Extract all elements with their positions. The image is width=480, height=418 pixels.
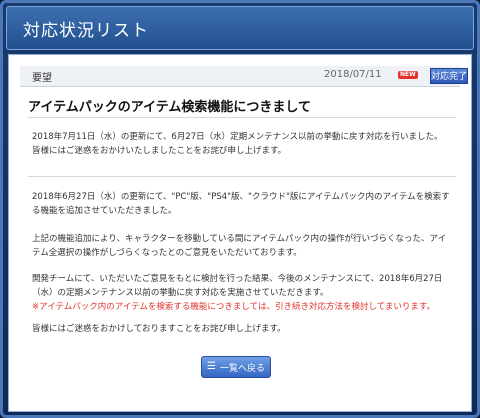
status-badge: 対応完了 — [430, 68, 468, 84]
paragraph-feedback: 上記の機能追加により、キャラクターを移動している間にアイテムパック内の操作が行い… — [32, 234, 447, 258]
divider — [28, 117, 456, 118]
back-to-list-button[interactable]: ☰ 一覧へ戻る — [201, 356, 271, 378]
new-badge: NEW — [398, 71, 418, 79]
item-meta-bar: 要望 2018/07/11 NEW 対応完了 — [20, 66, 468, 87]
divider — [28, 176, 456, 177]
article-heading: アイテムパックのアイテム検索機能につきまして — [28, 100, 312, 115]
back-to-list-label: 一覧へ戻る — [219, 363, 265, 374]
category-label: 要望 — [32, 73, 52, 84]
paragraph-update: 2018年7月11日（水）の更新にて、6月27日（水）定期メンテナンス以前の挙動… — [32, 130, 452, 158]
date-label: 2018/07/11 — [324, 69, 382, 80]
paragraph-update-line2: 皆様にはご迷惑をおかけいたしましたことをお詫び申し上げます。 — [32, 146, 287, 156]
page-title: 対応状況リスト — [23, 21, 149, 41]
notice-text: ※アイテムパック内のアイテムを検索する機能につきましては、引き続き対応方法を検討… — [32, 302, 435, 312]
title-bar: 対応状況リスト — [6, 6, 474, 50]
paragraph-apology: 皆様にはご迷惑をおかけしておりますことをお詫び申し上げます。 — [32, 324, 286, 334]
paragraph-update-line1: 2018年7月11日（水）の更新にて、6月27日（水）定期メンテナンス以前の挙動… — [32, 132, 443, 142]
paragraph-added-feature: 2018年6月27日（水）の更新にて、"PC"版、"PS4"版、"クラウド"版に… — [32, 192, 450, 216]
paragraph-decision: 開発チームにて、いただいたご意見をもとに検討を行った結果、今後のメンテナンスにて… — [32, 272, 452, 314]
decision-text: 開発チームにて、いただいたご意見をもとに検討を行った結果、今後のメンテナンスにて… — [32, 274, 443, 298]
list-icon: ☰ — [207, 361, 216, 372]
